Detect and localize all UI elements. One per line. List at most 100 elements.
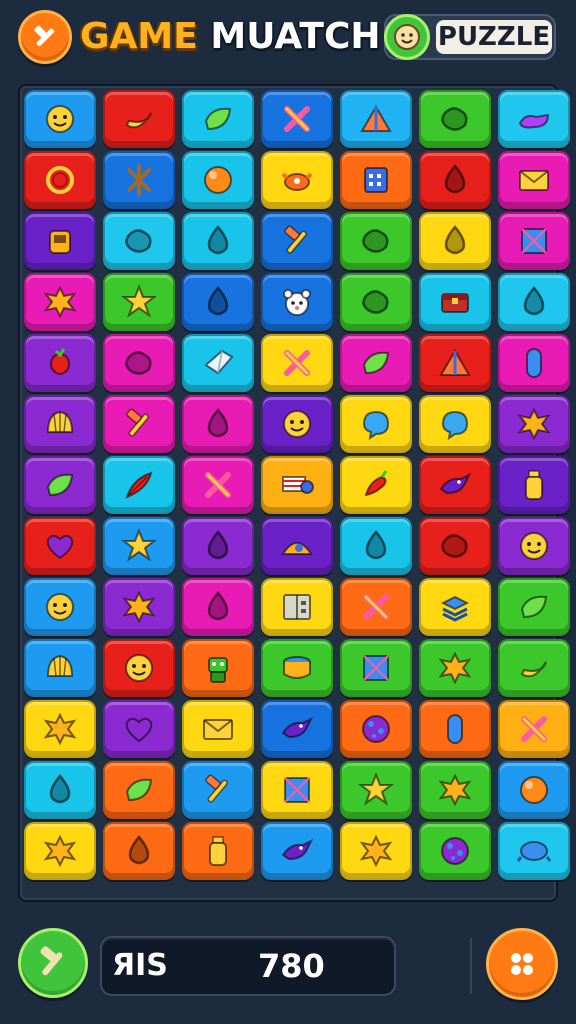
game-tile[interactable] bbox=[24, 212, 96, 270]
game-tile[interactable] bbox=[498, 700, 570, 758]
game-tile[interactable] bbox=[261, 761, 333, 819]
game-tile[interactable] bbox=[182, 273, 254, 331]
game-tile[interactable] bbox=[24, 639, 96, 697]
game-tile[interactable] bbox=[419, 90, 491, 148]
game-tile[interactable] bbox=[182, 761, 254, 819]
game-tile[interactable] bbox=[498, 761, 570, 819]
game-tile[interactable] bbox=[24, 456, 96, 514]
game-tile[interactable] bbox=[419, 456, 491, 514]
game-tile[interactable] bbox=[340, 822, 412, 880]
game-tile[interactable] bbox=[24, 578, 96, 636]
game-tile[interactable] bbox=[24, 700, 96, 758]
game-tile[interactable] bbox=[498, 151, 570, 209]
game-tile[interactable] bbox=[419, 273, 491, 331]
game-tile[interactable] bbox=[498, 395, 570, 453]
game-tile[interactable] bbox=[340, 334, 412, 392]
game-tile[interactable] bbox=[103, 639, 175, 697]
game-tile[interactable] bbox=[24, 334, 96, 392]
game-tile[interactable] bbox=[419, 639, 491, 697]
hint-button[interactable] bbox=[18, 928, 88, 998]
feather-icon bbox=[119, 465, 159, 505]
game-tile[interactable] bbox=[340, 212, 412, 270]
splat-icon bbox=[119, 587, 159, 627]
game-tile[interactable] bbox=[419, 761, 491, 819]
game-tile[interactable] bbox=[261, 700, 333, 758]
game-tile[interactable] bbox=[498, 212, 570, 270]
game-tile[interactable] bbox=[103, 517, 175, 575]
game-tile[interactable] bbox=[498, 90, 570, 148]
game-tile[interactable] bbox=[261, 517, 333, 575]
game-tile[interactable] bbox=[498, 639, 570, 697]
game-tile[interactable] bbox=[340, 761, 412, 819]
game-tile[interactable] bbox=[24, 90, 96, 148]
game-tile[interactable] bbox=[340, 273, 412, 331]
game-tile[interactable] bbox=[24, 822, 96, 880]
game-tile[interactable] bbox=[182, 700, 254, 758]
flag-icon bbox=[277, 465, 317, 505]
game-tile[interactable] bbox=[261, 273, 333, 331]
game-tile[interactable] bbox=[498, 334, 570, 392]
game-tile[interactable] bbox=[182, 395, 254, 453]
game-tile[interactable] bbox=[498, 578, 570, 636]
game-tile[interactable] bbox=[103, 90, 175, 148]
dots-icon bbox=[511, 953, 533, 975]
game-tile[interactable] bbox=[261, 212, 333, 270]
game-tile[interactable] bbox=[419, 212, 491, 270]
menu-button[interactable] bbox=[18, 10, 72, 64]
game-tile[interactable] bbox=[103, 334, 175, 392]
game-tile[interactable] bbox=[340, 700, 412, 758]
game-tile[interactable] bbox=[419, 334, 491, 392]
game-tile[interactable] bbox=[103, 700, 175, 758]
game-tile[interactable] bbox=[182, 90, 254, 148]
game-tile[interactable] bbox=[182, 334, 254, 392]
game-tile[interactable] bbox=[498, 273, 570, 331]
title-word-game: GAME bbox=[80, 16, 198, 57]
game-tile[interactable] bbox=[103, 456, 175, 514]
game-tile[interactable] bbox=[340, 456, 412, 514]
game-tile[interactable] bbox=[103, 273, 175, 331]
game-tile[interactable] bbox=[182, 456, 254, 514]
game-tile[interactable] bbox=[182, 517, 254, 575]
game-tile[interactable] bbox=[182, 151, 254, 209]
game-tile[interactable] bbox=[24, 761, 96, 819]
game-tile[interactable] bbox=[103, 395, 175, 453]
game-tile[interactable] bbox=[419, 395, 491, 453]
game-tile[interactable] bbox=[24, 273, 96, 331]
game-tile[interactable] bbox=[24, 151, 96, 209]
game-tile[interactable] bbox=[103, 761, 175, 819]
game-tile[interactable] bbox=[419, 700, 491, 758]
game-tile[interactable] bbox=[340, 90, 412, 148]
game-tile[interactable] bbox=[340, 578, 412, 636]
shuffle-button[interactable] bbox=[486, 928, 558, 1000]
game-tile[interactable] bbox=[261, 456, 333, 514]
game-tile[interactable] bbox=[261, 639, 333, 697]
game-tile[interactable] bbox=[419, 822, 491, 880]
game-tile[interactable] bbox=[340, 395, 412, 453]
game-tile[interactable] bbox=[261, 395, 333, 453]
game-tile[interactable] bbox=[24, 395, 96, 453]
game-tile[interactable] bbox=[182, 639, 254, 697]
game-tile[interactable] bbox=[498, 822, 570, 880]
puzzle-badge[interactable]: PUZZLE bbox=[384, 14, 556, 60]
game-tile[interactable] bbox=[498, 517, 570, 575]
game-tile[interactable] bbox=[498, 456, 570, 514]
game-tile[interactable] bbox=[103, 578, 175, 636]
game-tile[interactable] bbox=[261, 822, 333, 880]
game-tile[interactable] bbox=[103, 822, 175, 880]
game-tile[interactable] bbox=[419, 151, 491, 209]
game-tile[interactable] bbox=[103, 212, 175, 270]
game-tile[interactable] bbox=[24, 517, 96, 575]
game-tile[interactable] bbox=[419, 578, 491, 636]
game-tile[interactable] bbox=[182, 578, 254, 636]
game-tile[interactable] bbox=[261, 334, 333, 392]
game-tile[interactable] bbox=[340, 517, 412, 575]
game-tile[interactable] bbox=[340, 151, 412, 209]
game-tile[interactable] bbox=[261, 578, 333, 636]
game-tile[interactable] bbox=[182, 212, 254, 270]
game-tile[interactable] bbox=[261, 151, 333, 209]
game-tile[interactable] bbox=[261, 90, 333, 148]
game-tile[interactable] bbox=[340, 639, 412, 697]
game-tile[interactable] bbox=[419, 517, 491, 575]
game-tile[interactable] bbox=[103, 151, 175, 209]
game-tile[interactable] bbox=[182, 822, 254, 880]
